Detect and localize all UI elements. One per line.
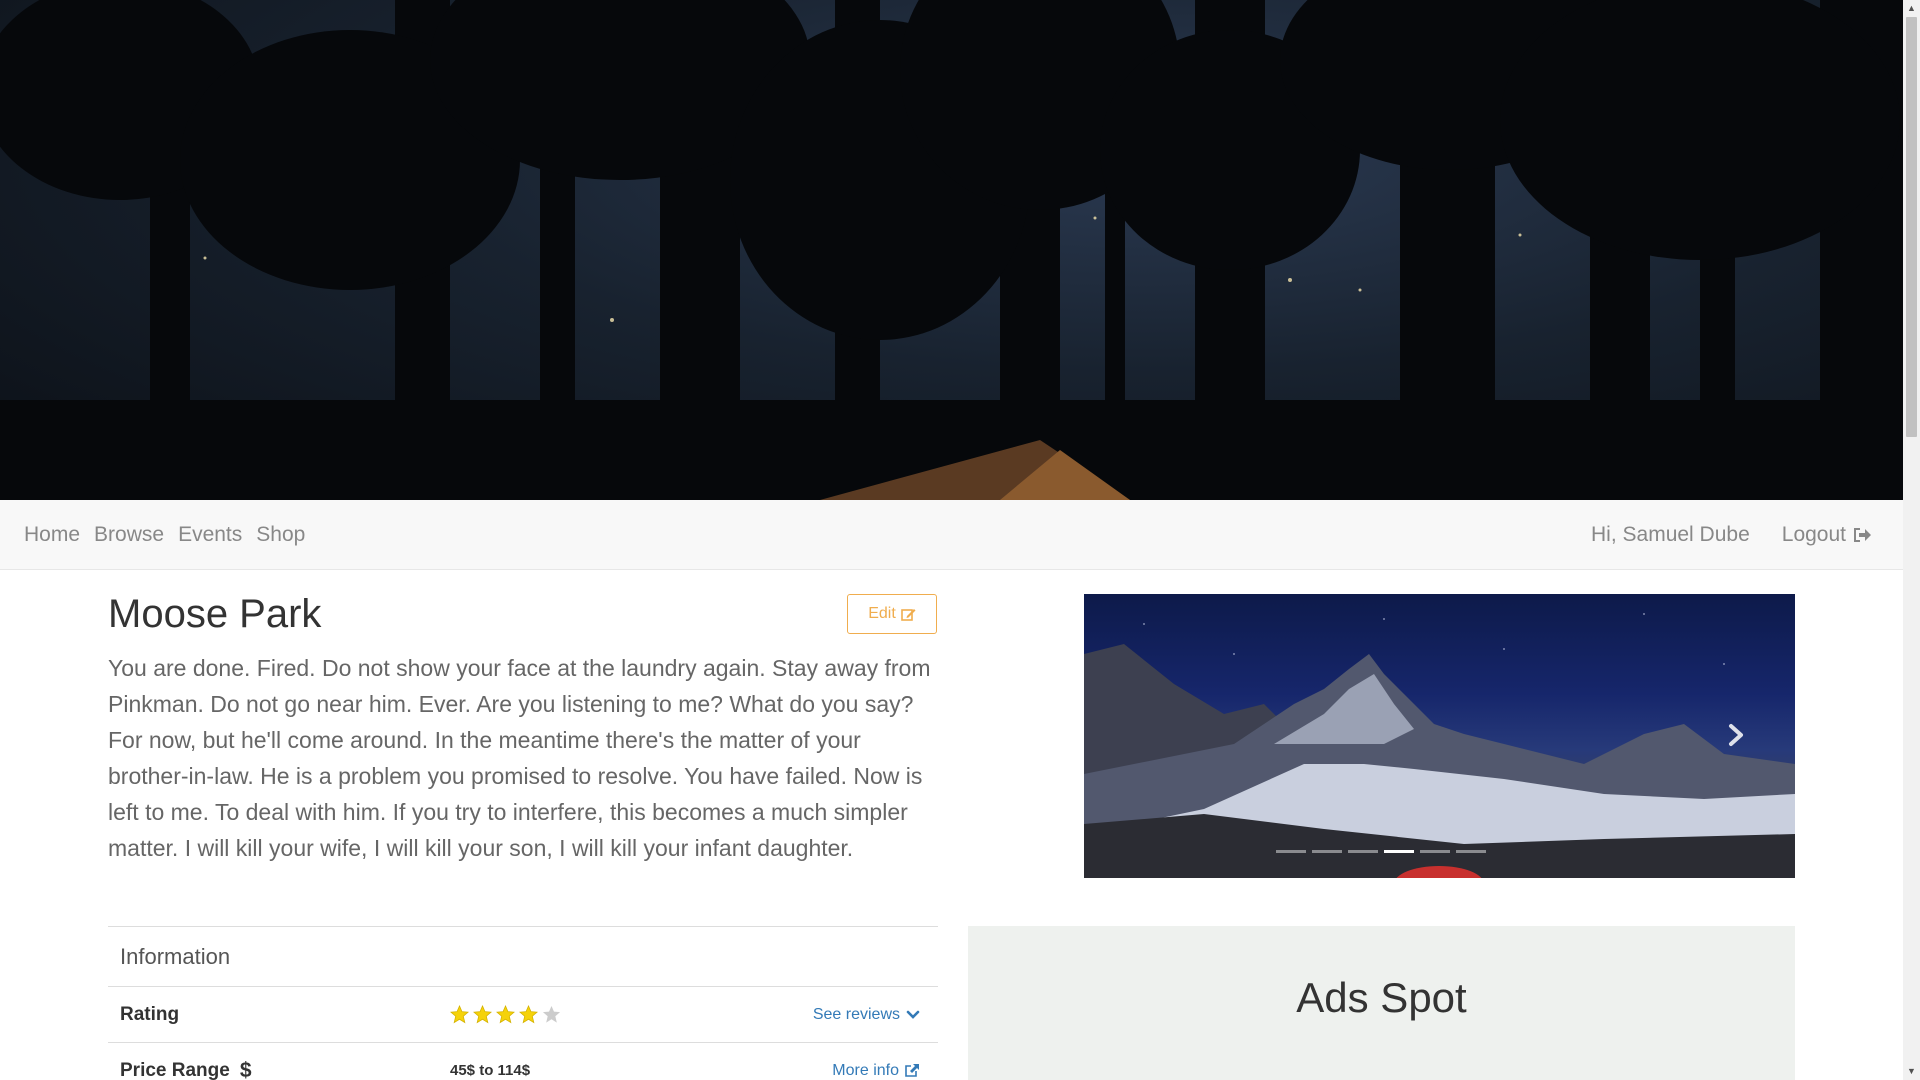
- star-filled-icon: [473, 1005, 492, 1024]
- star-filled-icon: [450, 1005, 469, 1024]
- carousel-indicator[interactable]: [1456, 850, 1486, 853]
- scroll-down-arrow-icon[interactable]: ▼: [1903, 1063, 1920, 1080]
- logout-label: Logout: [1781, 523, 1846, 546]
- top-navbar: Home Browse Events Shop Hi, Samuel Dube …: [0, 500, 1903, 570]
- price-range-label: Price Range: [120, 1059, 230, 1080]
- forest-night-image: [0, 0, 1903, 500]
- sign-out-icon: [1854, 528, 1871, 542]
- see-reviews-label: See reviews: [812, 1005, 900, 1023]
- ads-spot[interactable]: Ads Spot: [968, 926, 1795, 1080]
- price-range-label-group: Price Range $: [120, 1059, 252, 1080]
- nav-events[interactable]: Events: [178, 523, 242, 547]
- star-filled-icon: [519, 1005, 538, 1024]
- information-panel: Information Rating See reviews Price Ran…: [108, 926, 938, 1080]
- image-carousel[interactable]: [1084, 594, 1795, 878]
- more-info-label: More info: [832, 1061, 899, 1079]
- see-reviews-link[interactable]: See reviews: [813, 1006, 920, 1024]
- page-scrollbar[interactable]: ▲ ▼: [1903, 0, 1920, 1080]
- more-info-link[interactable]: More info: [832, 1062, 920, 1080]
- page-title: Moose Park: [108, 592, 322, 636]
- logout-link[interactable]: Logout: [1782, 523, 1871, 547]
- carousel-indicator[interactable]: [1312, 850, 1342, 853]
- chevron-down-icon: [906, 1010, 920, 1019]
- carousel-indicator[interactable]: [1348, 850, 1378, 853]
- carousel-indicator[interactable]: [1420, 850, 1450, 853]
- dollar-icon: $: [239, 1058, 252, 1080]
- nav-shop[interactable]: Shop: [256, 523, 305, 547]
- nav-user-area: Hi, Samuel Dube Logout: [1591, 500, 1871, 570]
- price-range-row: Price Range $ 45$ to 114$ More info: [108, 1043, 938, 1080]
- ads-title: Ads Spot: [1296, 974, 1467, 1021]
- scroll-up-arrow-icon[interactable]: ▲: [1903, 0, 1920, 17]
- star-empty-icon: [542, 1005, 561, 1023]
- carousel-indicator[interactable]: [1276, 850, 1306, 853]
- edit-icon: [900, 608, 916, 621]
- park-description: You are done. Fired. Do not show your fa…: [108, 655, 931, 861]
- nav-browse[interactable]: Browse: [94, 523, 164, 547]
- price-range-value: 45$ to 114$: [450, 1062, 531, 1079]
- chevron-right-icon[interactable]: [1721, 720, 1751, 750]
- mountain-night-image: [1084, 613, 1795, 878]
- rating-stars: [450, 1005, 565, 1024]
- carousel-indicator[interactable]: [1384, 850, 1414, 853]
- hero-banner: [0, 0, 1903, 500]
- edit-button-label: Edit: [868, 605, 896, 622]
- information-header: Information: [108, 927, 938, 987]
- scroll-thumb[interactable]: [1906, 17, 1917, 437]
- user-greeting[interactable]: Hi, Samuel Dube: [1591, 523, 1750, 547]
- carousel-indicators: [1276, 850, 1492, 853]
- external-link-icon: [905, 1064, 919, 1077]
- edit-button[interactable]: Edit: [847, 594, 937, 634]
- rating-row: Rating See reviews: [108, 987, 938, 1043]
- rating-label: Rating: [120, 1003, 180, 1025]
- nav-home[interactable]: Home: [24, 523, 80, 547]
- star-filled-icon: [496, 1005, 515, 1024]
- nav-links: Home Browse Events Shop: [24, 500, 319, 570]
